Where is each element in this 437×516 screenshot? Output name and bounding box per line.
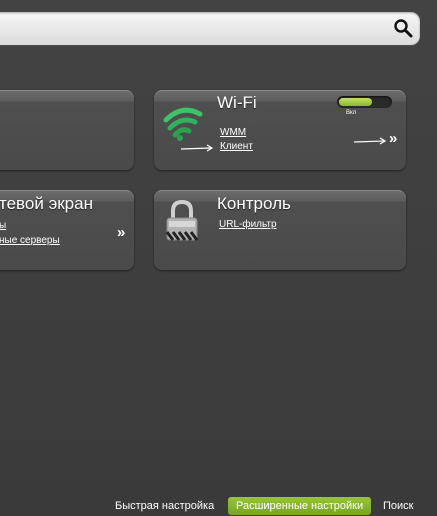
arrow-icon: [353, 137, 387, 145]
search-icon[interactable]: [392, 17, 414, 39]
footer-quick-setup[interactable]: Быстрая настройка: [115, 497, 214, 515]
main-screen: Wi-Fi Вкл WMM Клиент » тевой экран ы ные…: [0, 0, 437, 516]
footer-search[interactable]: Поиск: [383, 497, 413, 515]
footer-advanced-settings[interactable]: Расширенные настройки: [228, 497, 372, 515]
card-firewall[interactable]: тевой экран ы ные серверы »: [0, 190, 134, 270]
toggle-fill: [339, 98, 372, 106]
link-wmm[interactable]: WMM: [220, 127, 246, 138]
wifi-toggle[interactable]: [337, 96, 392, 108]
more-button[interactable]: »: [389, 130, 397, 147]
card-title: тевой экран: [0, 194, 93, 213]
link-url-filter[interactable]: URL-фильтр: [219, 219, 277, 230]
link-firewall-1[interactable]: ы: [0, 220, 6, 231]
wifi-icon: [163, 107, 203, 141]
link-firewall-2[interactable]: ные серверы: [0, 235, 60, 246]
card-wifi[interactable]: Wi-Fi Вкл WMM Клиент »: [154, 90, 406, 170]
link-client[interactable]: Клиент: [220, 141, 253, 152]
lock-icon: [165, 199, 199, 241]
toggle-label: Вкл: [346, 110, 357, 116]
search-input[interactable]: [0, 12, 420, 45]
more-button[interactable]: »: [117, 224, 125, 241]
card-title: Wi-Fi: [217, 93, 257, 112]
card-title: Контроль: [217, 194, 291, 213]
card-control[interactable]: Контроль URL-фильтр: [154, 190, 406, 270]
arrow-icon: [180, 144, 214, 152]
card-network[interactable]: [0, 90, 134, 170]
